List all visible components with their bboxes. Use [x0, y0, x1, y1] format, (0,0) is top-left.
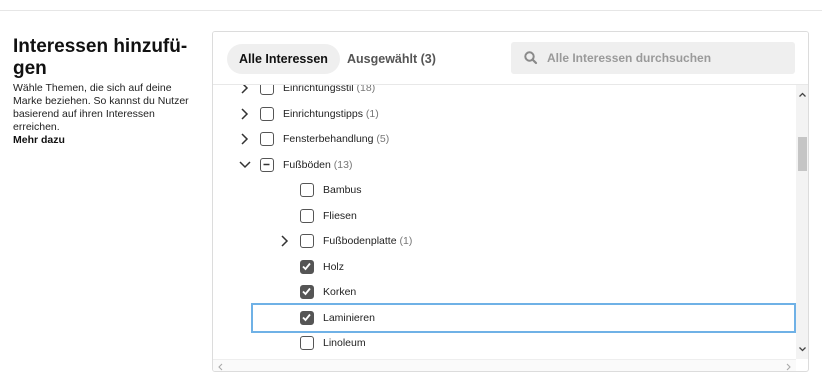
- tree-item-label: Bambus: [323, 184, 362, 196]
- scroll-up-icon[interactable]: [796, 88, 808, 102]
- tree-row[interactable]: Fußböden (13): [213, 153, 796, 178]
- tree-row[interactable]: Fliesen: [213, 204, 796, 229]
- checkbox[interactable]: [300, 285, 314, 299]
- item-name: Fußböden: [283, 158, 331, 171]
- interest-tree: Einrichtungsstil (18) Einrichtungstipps (…: [213, 85, 796, 359]
- tab-all-interests[interactable]: Alle Interessen: [227, 44, 340, 74]
- item-count: (1): [396, 235, 413, 247]
- checkbox[interactable]: [260, 157, 274, 172]
- checkbox[interactable]: [260, 106, 274, 121]
- tree-item-label: Korken: [323, 286, 356, 298]
- tree-row[interactable]: Einrichtungsstil (18): [213, 85, 796, 101]
- tree-item-label: Fensterbehandlung (5): [283, 133, 389, 145]
- intro-section: Interessen hinzufü­gen Wähle Themen, die…: [13, 36, 203, 147]
- checkbox[interactable]: [300, 183, 314, 197]
- item-name: Fliesen: [323, 209, 357, 222]
- search-input[interactable]: [547, 42, 787, 74]
- interests-panel: Alle Interessen Ausgewählt (3) Einrichtu…: [212, 31, 809, 372]
- tree-item-label: Fliesen: [323, 210, 357, 222]
- tree-item-label: Fußböden (13): [283, 159, 352, 171]
- top-divider: [0, 10, 822, 11]
- horizontal-scrollbar[interactable]: [213, 359, 796, 371]
- tree-item-label: Holz: [323, 261, 344, 273]
- tree-item-label: Einrichtungsstil (18): [283, 85, 375, 94]
- tree-item-label: Fußbodenplatte (1): [323, 235, 412, 247]
- tree-row[interactable]: Fensterbehandlung (5): [213, 127, 796, 152]
- tree-row[interactable]: Laminieren: [213, 302, 796, 333]
- checkbox[interactable]: [260, 132, 274, 146]
- description-text: Wähle Themen, die sich auf deine Marke b…: [13, 82, 189, 133]
- item-name: Bambus: [323, 184, 362, 196]
- tab-selected[interactable]: Ausgewählt (3): [335, 44, 448, 74]
- tree-row[interactable]: Holz: [213, 255, 796, 280]
- tree-row[interactable]: Bambus: [213, 178, 796, 203]
- chevron-down-icon[interactable]: [238, 158, 252, 172]
- tree-item-label: Laminieren: [323, 312, 375, 324]
- panel-header: Alle Interessen Ausgewählt (3): [213, 32, 808, 84]
- tree-item-label: Linoleum: [323, 337, 366, 349]
- item-count: (18): [353, 85, 376, 94]
- section-description: Wähle Themen, die sich auf deine Marke b…: [13, 82, 201, 147]
- scroll-left-icon[interactable]: [215, 360, 227, 371]
- checkbox[interactable]: [260, 85, 274, 95]
- vertical-scrollbar[interactable]: [796, 85, 808, 359]
- item-name: Holz: [323, 260, 345, 273]
- item-name: Einrichtungsstil: [283, 85, 354, 94]
- checkbox[interactable]: [300, 259, 314, 274]
- tree-row[interactable]: Linoleum: [213, 331, 796, 356]
- item-count: (13): [330, 158, 353, 171]
- item-name: Einrichtungstipps: [283, 107, 363, 120]
- tree-row[interactable]: Fußbodenplatte (1): [213, 229, 796, 254]
- tree-row[interactable]: Korken: [213, 280, 796, 305]
- section-title: Interessen hinzufü­gen: [13, 36, 188, 79]
- item-name: Fußbodenplatte: [323, 235, 397, 247]
- item-name: Linoleum: [323, 337, 366, 349]
- checkbox[interactable]: [300, 310, 314, 325]
- item-name: Fensterbehandlung: [283, 133, 374, 145]
- checkbox[interactable]: [300, 208, 314, 223]
- chevron-right-icon[interactable]: [238, 132, 252, 146]
- item-count: (1): [362, 107, 379, 120]
- chevron-right-icon[interactable]: [238, 107, 252, 121]
- item-name: Laminieren: [323, 311, 375, 324]
- checkbox[interactable]: [300, 336, 314, 350]
- item-name: Korken: [323, 286, 357, 298]
- checkbox[interactable]: [300, 234, 314, 248]
- scroll-right-icon[interactable]: [782, 360, 794, 371]
- item-count: (5): [373, 133, 390, 145]
- search-icon: [523, 50, 539, 66]
- chevron-right-icon[interactable]: [238, 85, 252, 95]
- search-box[interactable]: [511, 42, 795, 74]
- chevron-right-icon[interactable]: [278, 234, 292, 248]
- scroll-down-icon[interactable]: [796, 342, 808, 356]
- scrollbar-thumb[interactable]: [798, 137, 807, 171]
- tree-row[interactable]: Einrichtungstipps (1): [213, 102, 796, 127]
- learn-more-link[interactable]: Mehr dazu: [13, 134, 201, 147]
- tree-item-label: Einrichtungstipps (1): [283, 108, 379, 120]
